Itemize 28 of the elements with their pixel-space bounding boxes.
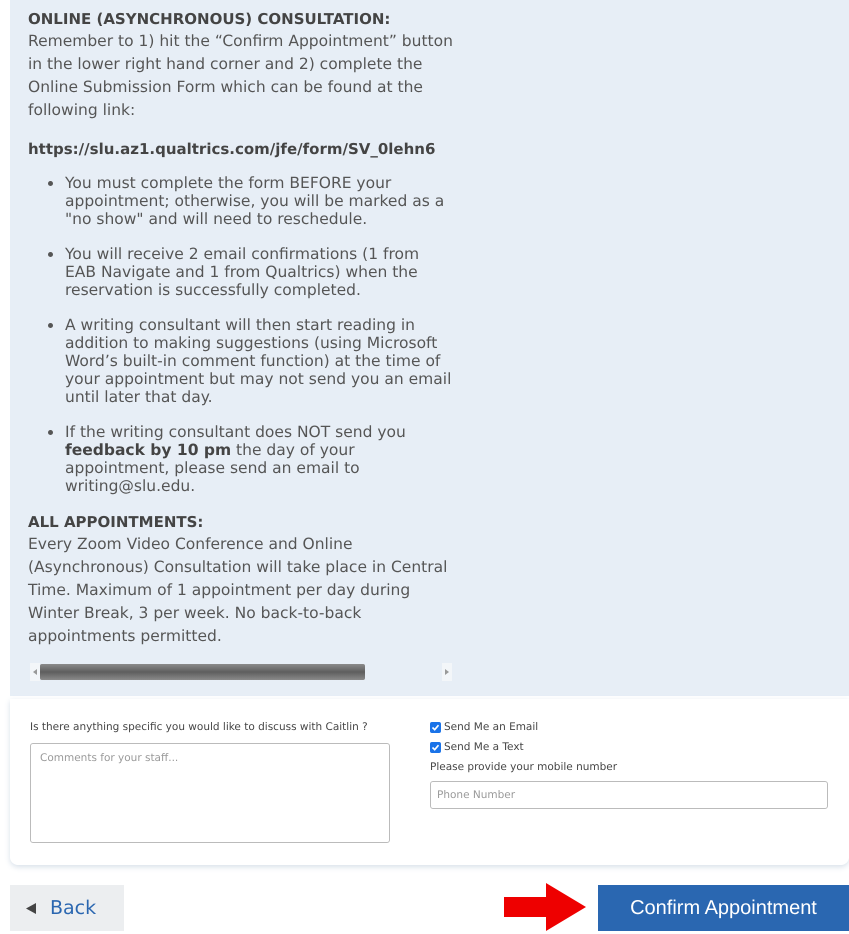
back-arrow-icon xyxy=(26,902,36,914)
bullet-text: A writing consultant will then start reading in addition to making suggestions (using Microsoft Word’s built-in comment function) at the time of your appointment but may not send you an email until later that day. xyxy=(65,316,452,406)
phone-field[interactable]: Phone Number xyxy=(430,781,828,809)
bullet-text: You must complete the form BEFORE your appointment; otherwise, you will be marked as a "no show" and will need to reschedule. xyxy=(65,174,446,228)
paragraph: Remember to 1) hit the “Confirm Appointment” button in the lower right hand corner and 2) complete the Online Submission Form which can be found at the following link: xyxy=(28,31,453,121)
checkbox-label: Send Me an Email xyxy=(444,721,538,733)
checkbox[interactable] xyxy=(430,742,441,752)
confirm-button[interactable]: Confirm Appointment xyxy=(598,885,849,931)
checkbox[interactable] xyxy=(430,722,441,732)
bullet-text: You will receive 2 email confirmations (1 from EAB Navigate and 1 from Qualtrics) when the reservation is successfully completed. xyxy=(65,245,420,299)
bullet-icon xyxy=(48,430,53,435)
section-heading: ONLINE (ASYNCHRONOUS) CONSULTATION: xyxy=(28,9,392,30)
arrow-icon xyxy=(504,883,586,931)
scroll-left-icon[interactable] xyxy=(33,669,37,675)
bullet-text: If the writing consultant does NOT send you feedback by 10 pm the day of your appointment, please send an email to writing@slu.edu. xyxy=(65,423,407,495)
bullet-icon xyxy=(48,252,53,257)
section-heading: ALL APPOINTMENTS: xyxy=(28,512,204,533)
horizontal-scrollbar[interactable] xyxy=(30,662,452,682)
form-link[interactable]: https://slu.az1.qualtrics.com/jfe/form/SV_0lehn6 xyxy=(28,140,453,158)
checkbox-label: Send Me a Text xyxy=(444,741,524,753)
paragraph: Every Zoom Video Conference and Online (Asynchronous) Consultation will take place in Central Time. Maximum of 1 appointment per day during Winter Break, 3 per week. No back-to-back appointments permitted. xyxy=(28,534,448,647)
comments-field[interactable]: Comments for your staff... xyxy=(30,743,390,843)
bullet-icon xyxy=(48,323,53,328)
mobile-label: Please provide your mobile number xyxy=(430,761,618,773)
bullet-icon xyxy=(48,181,53,186)
scroll-right-icon[interactable] xyxy=(445,669,449,675)
question-label: Is there anything specific you would like to discuss with Caitlin ? xyxy=(30,721,369,733)
back-button[interactable]: Back xyxy=(10,885,124,931)
